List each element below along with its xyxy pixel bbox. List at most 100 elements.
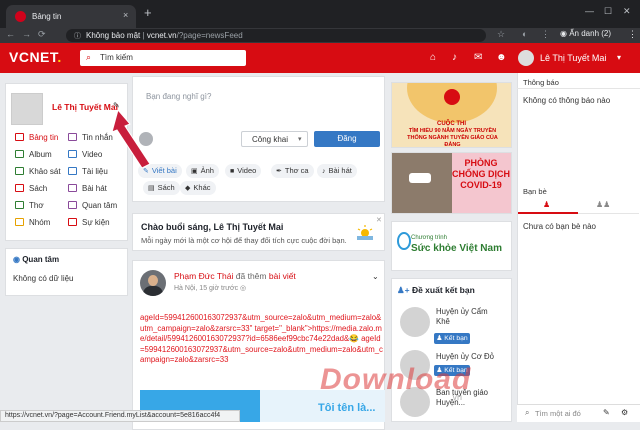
- menu-item-newsfeed[interactable]: Bảng tin: [15, 133, 58, 142]
- greeting-title: Chào buổi sáng, Lê Thị Tuyết Mai: [141, 222, 284, 232]
- url-field[interactable]: ⓘ Không bảo mật | vcnet.vn/?page=newsFee…: [66, 29, 486, 42]
- pencil-icon: ✎: [143, 168, 149, 175]
- music-icon: [68, 184, 77, 192]
- type-photo[interactable]: ▣ Ảnh: [186, 164, 219, 178]
- friend-search-input[interactable]: ⌕ Tìm một ai đó ✎ ⚙: [517, 404, 640, 422]
- menu-extension-icon[interactable]: ⋮: [541, 29, 550, 40]
- post-button[interactable]: Đăng: [314, 131, 380, 147]
- contest-banner-label: CUỘC THI: [437, 121, 466, 127]
- menu-item-events[interactable]: Sự kiện: [68, 218, 110, 227]
- menu-item-messages[interactable]: Tin nhắn: [68, 133, 113, 142]
- health-banner-small: Chương trình: [411, 235, 447, 241]
- home-icon[interactable]: ⌂: [430, 52, 436, 63]
- user-icon: ♟: [543, 200, 551, 209]
- interest-icon: [68, 201, 77, 209]
- contest-banner-text: TÌM HIỂU 90 NĂM NGÀY TRUYỀN THỐNG NGÀNH …: [407, 128, 498, 148]
- friend-search-placeholder: Tìm một ai đó: [535, 409, 581, 418]
- composer-input[interactable]: Bạn đang nghĩ gì?: [146, 92, 211, 101]
- add-friend-button[interactable]: ♟ Kết bạn: [434, 333, 470, 344]
- menu-item-groups[interactable]: Nhóm: [15, 218, 50, 227]
- chrome-menu-icon[interactable]: ⋮: [628, 29, 637, 40]
- search-icon: ⌕: [86, 52, 92, 62]
- close-window-icon[interactable]: ✕: [623, 6, 631, 17]
- forward-icon[interactable]: →: [22, 29, 31, 39]
- health-banner-title: Sức khỏe Việt Nam: [411, 243, 502, 254]
- messages-icon[interactable]: ✉: [474, 52, 482, 63]
- site-search-input[interactable]: ⌕ Tìm kiếm: [80, 50, 246, 66]
- suggestion-name[interactable]: Huyện ủy Cẩm Khê: [436, 307, 488, 327]
- post-options-chevron-icon[interactable]: ⌄: [372, 272, 379, 281]
- suggestion-avatar[interactable]: [400, 307, 430, 337]
- greeting-subtitle: Mỗi ngày mới là một cơ hội để thay đổi t…: [141, 236, 347, 245]
- tag-other-icon: ◆: [185, 185, 191, 192]
- status-bar-url: https://vcnet.vn/?page=Account.Friend.my…: [0, 410, 240, 422]
- incognito-profile-button[interactable]: ◉ Ẩn danh (2): [560, 29, 611, 38]
- extension-icon[interactable]: ◐: [522, 29, 527, 39]
- profile-avatar[interactable]: [11, 93, 43, 125]
- incognito-icon: ◉: [560, 29, 567, 38]
- user-menu-caret-icon[interactable]: ▾: [617, 53, 621, 62]
- party-emblem-icon: [444, 89, 460, 105]
- menu-item-poems[interactable]: Thơ: [15, 201, 44, 210]
- reload-icon[interactable]: ⟳: [38, 29, 46, 40]
- message-icon: [68, 133, 77, 141]
- suggestions-title: ♟+ Đề xuất kết bạn: [397, 285, 475, 295]
- url-path: /?page=newsFeed: [176, 31, 243, 40]
- book-icon: ▤: [148, 185, 155, 192]
- notification-bell-icon[interactable]: ♪: [452, 52, 457, 63]
- visibility-select[interactable]: Công khai ▾: [241, 131, 308, 147]
- type-song[interactable]: ♪ Bài hát: [317, 164, 357, 178]
- post-author-avatar[interactable]: [140, 270, 166, 296]
- menu-item-interests[interactable]: Quan tâm: [68, 201, 117, 210]
- minimize-icon[interactable]: —: [585, 6, 594, 16]
- type-video[interactable]: ■ Video: [225, 164, 262, 178]
- chevron-down-icon: ▾: [298, 136, 302, 143]
- browser-tab[interactable]: Bảng tin ×: [6, 5, 136, 28]
- notifications-title: Thông báo: [523, 78, 559, 87]
- friends-title: Bạn bè: [523, 187, 547, 196]
- compose-icon[interactable]: ✎: [603, 408, 610, 417]
- health-logo-icon: [397, 232, 411, 250]
- menu-item-video[interactable]: Video: [68, 150, 102, 159]
- suggestion-name[interactable]: Huyện ủy Cơ Đỏ: [436, 352, 494, 362]
- post-object-link[interactable]: bài viết: [269, 271, 296, 281]
- header-avatar[interactable]: [518, 50, 534, 66]
- post-meta: Hà Nội, 15 giờ trước ◎: [174, 285, 247, 292]
- covid-banner-text: PHÒNG CHỐNG DỊCH COVID-19: [452, 158, 510, 190]
- menu-item-documents[interactable]: Tài liệu: [68, 167, 108, 176]
- divider: [517, 88, 640, 89]
- add-friend-icon: ♟+: [397, 285, 412, 295]
- menu-item-survey[interactable]: Khảo sát: [15, 167, 61, 176]
- type-poetry[interactable]: ✒ Thơ ca: [271, 164, 314, 178]
- back-icon[interactable]: ←: [6, 29, 15, 39]
- music-note-icon: ♪: [322, 168, 326, 175]
- document-icon: [68, 167, 77, 175]
- right-sidebar: [517, 73, 640, 422]
- type-book[interactable]: ▤ Sách: [143, 181, 180, 195]
- settings-gear-icon[interactable]: ⚙: [621, 408, 628, 417]
- menu-item-books[interactable]: Sách: [15, 184, 47, 193]
- greeting-close-icon[interactable]: ✕: [376, 216, 382, 224]
- annotation-arrow-icon: [111, 108, 151, 168]
- site-logo[interactable]: VCNET.: [9, 49, 62, 65]
- watermark-logo: Download: [320, 363, 472, 396]
- menu-item-album[interactable]: Album: [15, 150, 52, 159]
- tab-close-icon[interactable]: ×: [123, 10, 128, 20]
- friends-empty: Chưa có bạn bè nào: [523, 222, 596, 231]
- header-user-name[interactable]: Lê Thị Tuyết Mai: [540, 53, 606, 63]
- friends-icon[interactable]: ☻: [496, 52, 507, 63]
- post-author-link[interactable]: Phạm Đức Thái: [174, 271, 233, 281]
- star-icon[interactable]: ☆: [497, 29, 505, 40]
- globe-icon: ◎: [240, 285, 247, 292]
- newsfeed-icon: [15, 133, 24, 141]
- menu-item-songs[interactable]: Bài hát: [68, 184, 107, 193]
- url-host: vcnet.vn: [146, 31, 177, 40]
- interests-empty: Không có dữ liệu: [13, 274, 74, 283]
- maximize-icon[interactable]: ☐: [604, 6, 612, 17]
- notifications-empty: Không có thông báo nào: [523, 96, 611, 105]
- video-icon: [68, 150, 77, 158]
- event-icon: [68, 218, 77, 226]
- type-other[interactable]: ◆ Khác: [180, 181, 216, 195]
- sunrise-icon: [357, 225, 373, 240]
- new-tab-button[interactable]: +: [144, 5, 152, 20]
